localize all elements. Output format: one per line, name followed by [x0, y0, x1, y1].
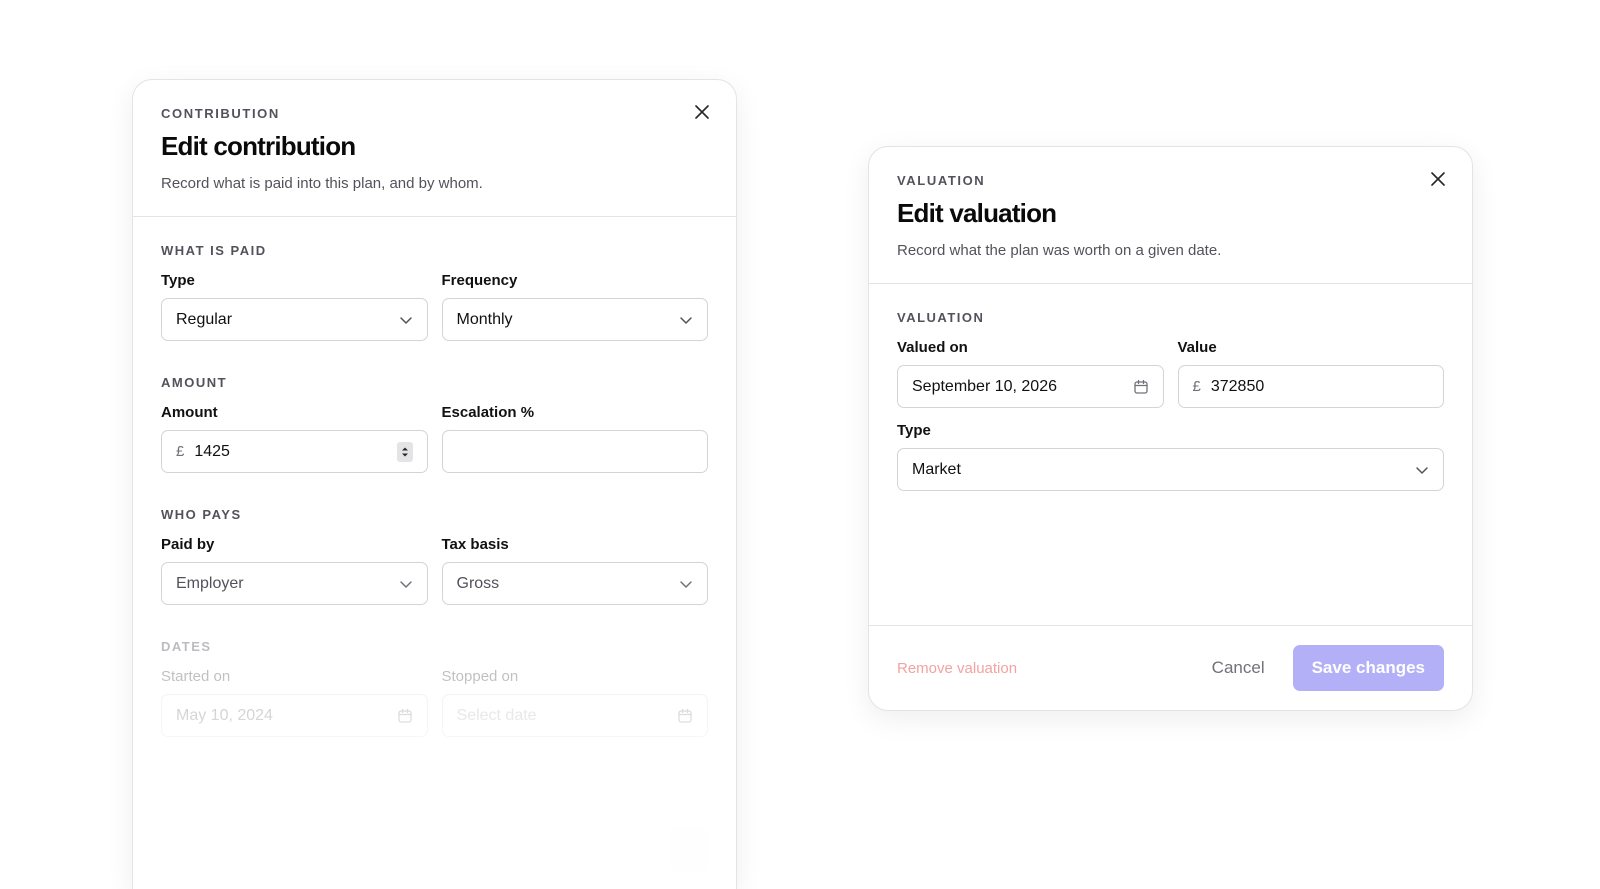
paid-by-label: Paid by [161, 536, 215, 553]
section-amount: AMOUNT [161, 375, 228, 390]
contribution-eyebrow: CONTRIBUTION [161, 106, 280, 121]
close-button[interactable] [1426, 167, 1450, 191]
valued-on-value: September 10, 2026 [912, 377, 1057, 395]
escalation-input[interactable] [441, 430, 708, 473]
section-valuation: VALUATION [897, 310, 985, 325]
tax-basis-label: Tax basis [441, 536, 509, 553]
chevron-down-icon [680, 580, 692, 588]
cancel-button[interactable]: Cancel [1212, 658, 1265, 678]
value-input[interactable]: £ 372850 [1177, 365, 1444, 408]
stopped-on-input[interactable]: Select date [441, 694, 708, 737]
contribution-footer [161, 828, 708, 874]
started-on-label: Started on [161, 668, 231, 685]
valuation-type-select[interactable]: Market [897, 448, 1444, 491]
paid-by-select[interactable]: Employer [161, 562, 428, 605]
close-icon [1431, 172, 1445, 186]
value-label: Value [1177, 339, 1217, 356]
paid-by-value: Employer [176, 574, 244, 592]
valuation-description: Record what the plan was worth on a give… [897, 242, 1222, 259]
chevron-down-icon [1416, 466, 1428, 474]
calendar-icon [397, 708, 412, 723]
contribution-header: CONTRIBUTION Edit contribution Record wh… [133, 80, 736, 217]
calendar-icon[interactable] [1133, 379, 1149, 395]
type-value: Regular [176, 310, 233, 328]
type-select[interactable]: Regular [161, 298, 428, 341]
contribution-dialog: CONTRIBUTION Edit contribution Record wh… [132, 79, 737, 889]
amount-label: Amount [161, 404, 218, 421]
valuation-footer: Remove valuation Cancel Save changes [869, 625, 1472, 710]
valuation-type-label: Type [897, 422, 931, 439]
valuation-type-value: Market [912, 460, 961, 478]
valuation-eyebrow: VALUATION [897, 173, 986, 188]
valued-on-label: Valued on [897, 339, 968, 356]
frequency-value: Monthly [456, 310, 513, 328]
value-amount: 372850 [1210, 377, 1265, 395]
dates-section: DATES Started on May 10, 2024 Stopped on… [161, 639, 708, 737]
chevron-down-icon [399, 316, 412, 324]
tax-basis-value: Gross [456, 574, 500, 592]
tax-basis-select[interactable]: Gross [441, 562, 708, 605]
calendar-icon [678, 708, 692, 723]
valuation-dialog: VALUATION Edit valuation Record what the… [868, 146, 1473, 711]
started-on-value: May 10, 2024 [176, 706, 273, 724]
remove-valuation-link[interactable]: Remove valuation [897, 660, 1212, 677]
stopped-on-label: Stopped on [441, 668, 519, 685]
amount-input[interactable]: £ 1425 [161, 430, 428, 473]
frequency-label: Frequency [441, 272, 518, 289]
save-changes-button[interactable]: Save changes [1292, 645, 1444, 691]
valuation-title: Edit valuation [897, 198, 1057, 228]
type-label: Type [161, 272, 195, 289]
section-what-is-paid: WHAT IS PAID [161, 243, 267, 258]
section-dates: DATES [161, 639, 212, 654]
contribution-body: WHAT IS PAID Type Regular Frequency Mont… [133, 217, 736, 737]
valuation-header: VALUATION Edit valuation Record what the… [869, 147, 1472, 284]
contribution-title: Edit contribution [161, 131, 356, 161]
chevron-down-icon [680, 316, 692, 324]
contribution-description: Record what is paid into this plan, and … [161, 175, 483, 192]
currency-symbol: £ [1192, 378, 1201, 395]
escalation-label: Escalation % [441, 404, 535, 421]
close-button[interactable] [690, 100, 714, 124]
chevron-down-icon [399, 580, 412, 588]
valued-on-input[interactable]: September 10, 2026 [897, 365, 1164, 408]
section-who-pays: WHO PAYS [161, 507, 242, 522]
currency-symbol: £ [176, 443, 185, 460]
close-icon [695, 105, 709, 119]
started-on-input[interactable]: May 10, 2024 [161, 694, 428, 737]
stepper-icon[interactable] [396, 441, 413, 462]
valuation-body: VALUATION Valued on September 10, 2026 V… [869, 284, 1472, 491]
amount-value: 1425 [194, 442, 230, 460]
stopped-on-placeholder: Select date [456, 706, 537, 724]
frequency-select[interactable]: Monthly [441, 298, 708, 341]
contribution-save-button[interactable] [670, 828, 708, 874]
